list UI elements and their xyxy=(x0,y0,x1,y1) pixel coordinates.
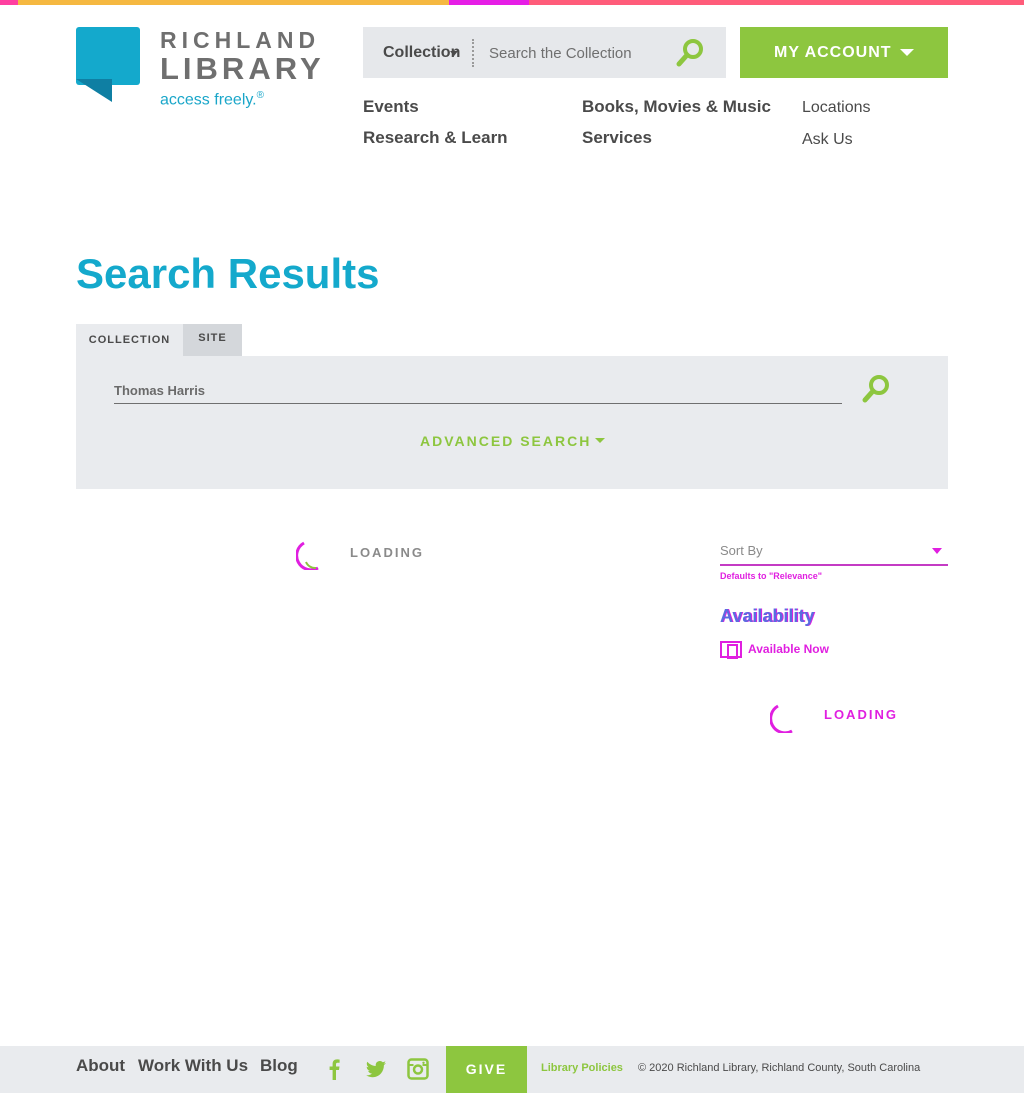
copyright-text: © 2020 Richland Library, Richland County… xyxy=(638,1062,921,1074)
give-button[interactable]: GIVE xyxy=(446,1046,527,1093)
site-footer: About Work With Us Blog GIVE Library Pol… xyxy=(0,1046,1024,1093)
library-logo[interactable]: RICHLAND LIBRARY access freely.® xyxy=(76,27,326,117)
sort-by-select[interactable]: Sort By xyxy=(720,540,948,566)
top-color-bar xyxy=(0,0,1024,5)
logo-mark-icon xyxy=(76,27,140,102)
nav-ask-us[interactable]: Ask Us xyxy=(802,131,853,149)
chevron-down-icon xyxy=(932,548,942,554)
nav-research-learn[interactable]: Research & Learn xyxy=(363,128,508,148)
tab-collection[interactable]: COLLECTION xyxy=(76,324,183,356)
advanced-search-toggle[interactable]: ADVANCED SEARCH xyxy=(420,433,591,449)
facebook-icon[interactable] xyxy=(323,1058,345,1080)
loading-spinner-icon xyxy=(296,541,319,570)
search-panel: Thomas Harris ADVANCED SEARCH xyxy=(76,356,948,489)
search-query-input[interactable]: Thomas Harris xyxy=(114,381,842,404)
instagram-icon[interactable] xyxy=(407,1058,429,1080)
footer-work-link[interactable]: Work With Us xyxy=(138,1056,248,1076)
footer-about-link[interactable]: About xyxy=(76,1056,125,1076)
logo-tagline: access freely.® xyxy=(160,90,264,109)
footer-blog-link[interactable]: Blog xyxy=(260,1056,298,1076)
search-scope-select[interactable]: Collection xyxy=(383,44,460,62)
header-search-input[interactable] xyxy=(489,45,659,62)
facet-availability-title[interactable]: Availability xyxy=(720,606,814,627)
nav-services[interactable]: Services xyxy=(582,128,652,148)
top-bar-segment xyxy=(529,0,1024,5)
my-account-label: MY ACCOUNT xyxy=(774,44,892,61)
search-icon[interactable] xyxy=(675,38,705,68)
results-loading-text: LOADING xyxy=(350,545,424,560)
nav-events[interactable]: Events xyxy=(363,97,419,117)
logo-word-library: LIBRARY xyxy=(160,51,325,86)
chevron-down-icon xyxy=(595,438,605,443)
top-bar-segment xyxy=(0,0,18,5)
header-search: Collection xyxy=(363,27,726,78)
nav-locations[interactable]: Locations xyxy=(802,99,871,117)
checkbox-icon[interactable] xyxy=(720,641,742,659)
chevron-down-icon xyxy=(450,51,458,56)
search-icon[interactable] xyxy=(861,374,891,404)
twitter-icon[interactable] xyxy=(365,1058,387,1080)
logo-tagline-text: access freely. xyxy=(160,91,257,109)
page-title: Search Results xyxy=(76,250,380,297)
top-bar-segment xyxy=(449,0,529,5)
facets-loading-text: LOADING xyxy=(824,707,898,722)
loading-spinner-icon xyxy=(770,704,793,733)
chevron-down-icon xyxy=(900,49,914,56)
tab-site[interactable]: SITE xyxy=(183,324,242,356)
library-policies-link[interactable]: Library Policies xyxy=(541,1062,623,1074)
my-account-button[interactable]: MY ACCOUNT xyxy=(740,27,948,78)
registered-mark: ® xyxy=(256,90,264,101)
logo-word-richland: RICHLAND xyxy=(160,27,321,53)
sort-by-label: Sort By xyxy=(720,543,763,558)
facet-option-label: Available Now xyxy=(748,642,829,656)
sort-default-note: Defaults to "Relevance" xyxy=(720,571,823,581)
top-bar-segment xyxy=(18,0,449,5)
nav-books-movies-music[interactable]: Books, Movies & Music xyxy=(582,97,771,117)
search-divider xyxy=(472,39,474,67)
